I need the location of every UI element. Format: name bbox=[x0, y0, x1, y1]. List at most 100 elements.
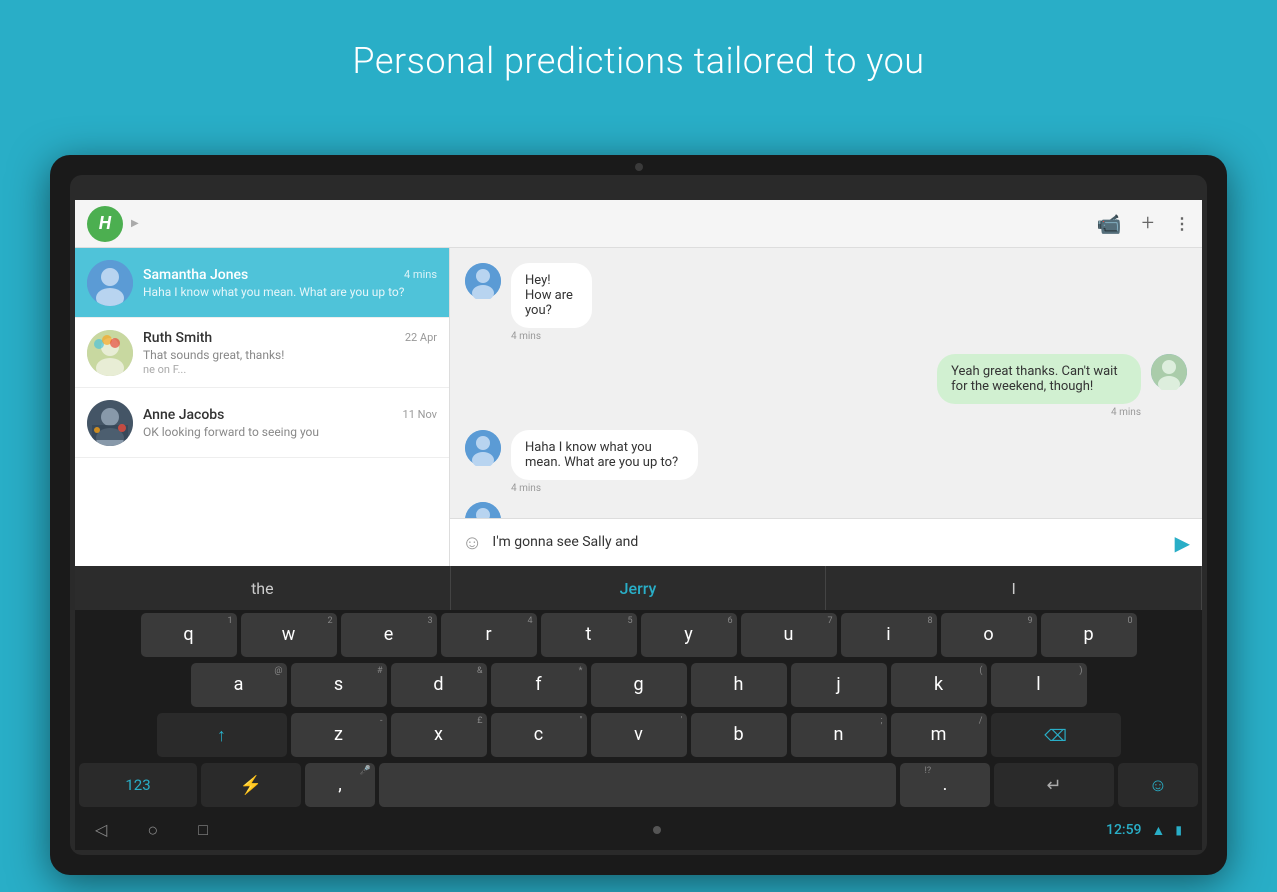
conv-preview-samantha: Haha I know what you mean. What are you … bbox=[143, 285, 437, 299]
battery-icon: ▮ bbox=[1175, 823, 1182, 837]
app-header: H ▶ 📹 + ⋮ bbox=[75, 200, 1202, 248]
more-options-icon[interactable]: ⋮ bbox=[1174, 214, 1190, 233]
prediction-the[interactable]: the bbox=[75, 566, 451, 610]
key-q[interactable]: 1q bbox=[141, 613, 237, 657]
conv-time-samantha: 4 mins bbox=[404, 268, 437, 281]
key-comma[interactable]: 🎤, bbox=[305, 763, 375, 807]
message-row-1: Hey! How are you? 4 mins bbox=[465, 263, 1187, 342]
key-w[interactable]: 2w bbox=[241, 613, 337, 657]
conv-name-ruth: Ruth Smith bbox=[143, 330, 212, 346]
key-space[interactable] bbox=[379, 763, 896, 807]
home-button[interactable]: ○ bbox=[147, 820, 158, 841]
conversation-item-ruth[interactable]: Ruth Smith 22 Apr That sounds great, tha… bbox=[75, 318, 449, 388]
key-x[interactable]: £x bbox=[391, 713, 487, 757]
key-l[interactable]: )l bbox=[991, 663, 1087, 707]
page-title: Personal predictions tailored to you bbox=[0, 0, 1277, 112]
keyboard-area: the Jerry I 1q 2w 3e 4r bbox=[75, 566, 1202, 810]
system-clock: 12:59 bbox=[1106, 822, 1142, 838]
key-d[interactable]: &d bbox=[391, 663, 487, 707]
keyboard-row-4: 123 ⚡ 🎤, !?. ↵ ☺ bbox=[75, 760, 1202, 810]
key-n[interactable]: ;n bbox=[791, 713, 887, 757]
key-h[interactable]: h bbox=[691, 663, 787, 707]
message-avatar-2 bbox=[1151, 354, 1187, 390]
conv-time-ruth: 22 Apr bbox=[405, 331, 437, 344]
conv-name-anne: Anne Jacobs bbox=[143, 407, 224, 423]
key-y[interactable]: 6y bbox=[641, 613, 737, 657]
key-backspace[interactable]: ⌫ bbox=[991, 713, 1121, 757]
navigation-bar: ◁ ○ □ 12:59 ▲ ▮ bbox=[75, 810, 1202, 850]
message-time-2: 4 mins bbox=[1111, 407, 1141, 418]
chat-area: Hey! How are you? 4 mins bbox=[450, 248, 1202, 566]
key-swift[interactable]: ⚡ bbox=[201, 763, 301, 807]
key-g[interactable]: g bbox=[591, 663, 687, 707]
avatar-anne bbox=[87, 400, 133, 446]
message-time-1: 4 mins bbox=[511, 331, 646, 342]
key-r[interactable]: 4r bbox=[441, 613, 537, 657]
key-i[interactable]: 8i bbox=[841, 613, 937, 657]
keyboard-row-3: ↑ -z £x "c 'v b ;n /m ⌫ bbox=[75, 710, 1202, 760]
nav-icons-left: ◁ ○ □ bbox=[95, 820, 208, 841]
key-v[interactable]: 'v bbox=[591, 713, 687, 757]
tablet-device: H ▶ 📹 + ⋮ bbox=[50, 155, 1227, 875]
message-avatar-1 bbox=[465, 263, 501, 299]
key-shift[interactable]: ↑ bbox=[157, 713, 287, 757]
conv-preview-anne: OK looking forward to seeing you bbox=[143, 425, 437, 439]
prediction-i[interactable]: I bbox=[826, 566, 1202, 610]
key-emoji[interactable]: ☺ bbox=[1118, 763, 1198, 807]
key-u[interactable]: 7u bbox=[741, 613, 837, 657]
camera-dot bbox=[635, 163, 643, 171]
message-time-3: 4 mins bbox=[511, 483, 822, 494]
conversation-item-anne[interactable]: Anne Jacobs 11 Nov OK looking forward to… bbox=[75, 388, 449, 458]
hangouts-logo: H bbox=[87, 206, 123, 242]
screen: H ▶ 📹 + ⋮ bbox=[75, 200, 1202, 850]
keyboard-row-2: @a #s &d *f g h j (k )l bbox=[75, 660, 1202, 710]
emoji-button[interactable]: ☺ bbox=[462, 530, 482, 555]
key-a[interactable]: @a bbox=[191, 663, 287, 707]
hangouts-logo-icon: H bbox=[99, 213, 111, 234]
add-icon[interactable]: + bbox=[1142, 211, 1154, 236]
message-input[interactable]: I'm gonna see Sally and bbox=[492, 532, 1164, 553]
header-icons: 📹 + ⋮ bbox=[1097, 211, 1190, 236]
conv-name-samantha: Samantha Jones bbox=[143, 267, 248, 283]
message-bubble-3: Haha I know what you mean. What are you … bbox=[511, 430, 698, 480]
send-button[interactable]: ▶ bbox=[1175, 531, 1190, 555]
key-f[interactable]: *f bbox=[491, 663, 587, 707]
message-row-3: Haha I know what you mean. What are you … bbox=[465, 430, 1187, 494]
key-o[interactable]: 9o bbox=[941, 613, 1037, 657]
video-call-icon[interactable]: 📹 bbox=[1097, 212, 1122, 236]
key-k[interactable]: (k bbox=[891, 663, 987, 707]
key-t[interactable]: 5t bbox=[541, 613, 637, 657]
key-123[interactable]: 123 bbox=[79, 763, 197, 807]
key-c[interactable]: "c bbox=[491, 713, 587, 757]
conversation-item-samantha[interactable]: Samantha Jones 4 mins Haha I know what y… bbox=[75, 248, 449, 318]
key-enter[interactable]: ↵ bbox=[994, 763, 1114, 807]
typing-avatar bbox=[465, 502, 501, 518]
back-button[interactable]: ◁ bbox=[95, 820, 107, 841]
key-p[interactable]: 0p bbox=[1041, 613, 1137, 657]
key-s[interactable]: #s bbox=[291, 663, 387, 707]
recents-button[interactable]: □ bbox=[198, 820, 208, 841]
wifi-icon: ▲ bbox=[1152, 822, 1166, 839]
key-z[interactable]: -z bbox=[291, 713, 387, 757]
conversation-list: Samantha Jones 4 mins Haha I know what y… bbox=[75, 248, 450, 566]
keyboard-row-1: 1q 2w 3e 4r 5t 6y 7u 8i 9o 0p bbox=[75, 610, 1202, 660]
message-bubble-1: Hey! How are you? bbox=[511, 263, 592, 328]
conversation-details-samantha: Samantha Jones 4 mins Haha I know what y… bbox=[143, 267, 437, 299]
signal-indicator: ▶ bbox=[131, 218, 139, 229]
key-j[interactable]: j bbox=[791, 663, 887, 707]
conv-time-anne: 11 Nov bbox=[403, 408, 437, 421]
key-m[interactable]: /m bbox=[891, 713, 987, 757]
conversation-details-anne: Anne Jacobs 11 Nov OK looking forward to… bbox=[143, 407, 437, 439]
avatar-samantha bbox=[87, 260, 133, 306]
nav-center-dot bbox=[653, 826, 661, 834]
prediction-jerry[interactable]: Jerry bbox=[451, 566, 827, 610]
app-content: Samantha Jones 4 mins Haha I know what y… bbox=[75, 248, 1202, 566]
predictions-bar: the Jerry I bbox=[75, 566, 1202, 610]
key-b[interactable]: b bbox=[691, 713, 787, 757]
chat-input-area: ☺ I'm gonna see Sally and ▶ bbox=[450, 518, 1202, 566]
avatar-ruth bbox=[87, 330, 133, 376]
key-e[interactable]: 3e bbox=[341, 613, 437, 657]
key-period[interactable]: !?. bbox=[900, 763, 990, 807]
conv-preview-ruth: That sounds great, thanks!ne on F... bbox=[143, 348, 437, 376]
message-bubble-2: Yeah great thanks. Can't wait for the we… bbox=[937, 354, 1141, 404]
